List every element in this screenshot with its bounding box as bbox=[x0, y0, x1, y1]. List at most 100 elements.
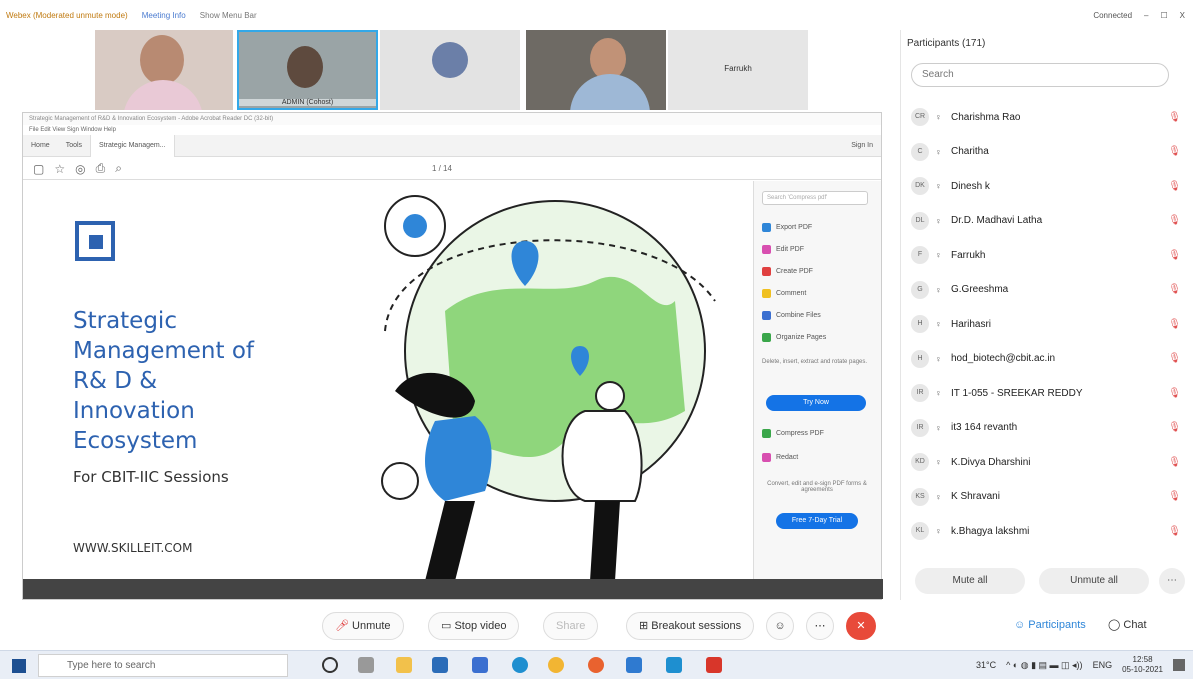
edit-pdf-tool[interactable]: Edit PDF bbox=[762, 245, 804, 254]
participant-row[interactable]: IR ♀ IT 1-055 - SREEKAR REDDY 🎙︎ bbox=[911, 378, 1181, 408]
muted-mic-icon[interactable]: 🎙︎ bbox=[1168, 146, 1181, 157]
create-pdf-tool[interactable]: Create PDF bbox=[762, 267, 813, 276]
participant-row[interactable]: F ♀ Farrukh 🎙︎ bbox=[911, 240, 1181, 270]
video-tile[interactable]: Farrukh bbox=[668, 30, 808, 110]
task-view-icon[interactable] bbox=[358, 657, 374, 673]
unmute-all-button[interactable]: Unmute all bbox=[1039, 568, 1149, 594]
maximize-button[interactable]: ☐ bbox=[1160, 11, 1167, 20]
chat-tab-button[interactable]: ◯ Chat bbox=[1096, 612, 1159, 640]
notifications-icon[interactable] bbox=[1173, 659, 1185, 671]
weather-temperature[interactable]: 31°C bbox=[976, 660, 996, 670]
comment-tool[interactable]: Comment bbox=[762, 289, 806, 298]
meeting-info-link[interactable]: Meeting Info bbox=[142, 11, 186, 20]
muted-mic-icon[interactable]: 🎙︎ bbox=[1168, 215, 1181, 226]
mute-all-button[interactable]: Mute all bbox=[915, 568, 1025, 594]
edge-icon[interactable] bbox=[512, 657, 528, 673]
combine-files-tool[interactable]: Combine Files bbox=[762, 311, 821, 320]
export-pdf-tool[interactable]: Export PDF bbox=[762, 223, 812, 232]
upload-icon[interactable]: ◎ bbox=[75, 162, 85, 176]
participant-row[interactable]: H ♀ Harihasri 🎙︎ bbox=[911, 309, 1181, 339]
firefox-icon[interactable] bbox=[588, 657, 604, 673]
participant-row[interactable]: H ♀ hod_biotech@cbit.ac.in 🎙︎ bbox=[911, 344, 1181, 374]
tab-home[interactable]: Home bbox=[23, 142, 58, 149]
video-tile[interactable] bbox=[95, 30, 233, 110]
meeting-top-bar: Webex (Moderated unmute mode) Meeting In… bbox=[0, 0, 895, 30]
more-button[interactable]: ⋯ bbox=[806, 612, 834, 640]
clock[interactable]: 12:58 05-10-2021 bbox=[1122, 655, 1163, 675]
muted-mic-icon[interactable]: 🎙︎ bbox=[1168, 388, 1181, 399]
sign-in-link[interactable]: Sign In bbox=[843, 142, 881, 149]
muted-mic-icon[interactable]: 🎙︎ bbox=[1168, 457, 1181, 468]
free-trial-button[interactable]: Free 7-Day Trial bbox=[776, 513, 858, 529]
participant-row[interactable]: KL ♀ k.Bhagya lakshmi 🎙︎ bbox=[911, 516, 1181, 546]
participant-row[interactable]: C ♀ Charitha 🎙︎ bbox=[911, 137, 1181, 167]
acrobat-icon[interactable] bbox=[706, 657, 722, 673]
print-icon[interactable]: ⎙ bbox=[96, 161, 106, 176]
star-icon[interactable]: ☆ bbox=[54, 162, 65, 176]
participants-tab-button[interactable]: ☺ Participants bbox=[1002, 612, 1098, 640]
redact-tool[interactable]: Redact bbox=[762, 453, 798, 462]
webex-icon[interactable] bbox=[666, 657, 682, 673]
participants-header[interactable]: Participants (171) bbox=[907, 38, 985, 49]
zoom-icon[interactable]: ⌕ bbox=[115, 161, 122, 176]
reactions-button[interactable]: ☺ bbox=[766, 612, 794, 640]
try-now-button[interactable]: Try Now bbox=[766, 395, 866, 411]
save-icon[interactable]: ▢ bbox=[33, 162, 44, 176]
close-button[interactable]: X bbox=[1180, 11, 1185, 20]
tray-icons[interactable]: ^ ◐ ◍ ▮ ▤ ▬ ◫ ◂)) bbox=[1006, 660, 1083, 671]
muted-mic-icon[interactable]: 🎙︎ bbox=[1168, 112, 1181, 123]
participant-name: hod_biotech@cbit.ac.in bbox=[951, 353, 1056, 364]
leave-meeting-button[interactable]: ✕ bbox=[846, 612, 876, 640]
muted-mic-icon[interactable]: 🎙︎ bbox=[1168, 250, 1181, 261]
participant-row[interactable]: KD ♀ K.Divya Dharshini 🎙︎ bbox=[911, 447, 1181, 477]
tools-search-input[interactable]: Search 'Compress pdf' bbox=[762, 191, 868, 205]
participant-row[interactable]: G ♀ G.Greeshma 🎙︎ bbox=[911, 275, 1181, 305]
file-explorer-icon[interactable] bbox=[396, 657, 412, 673]
language-indicator[interactable]: ENG bbox=[1093, 660, 1113, 670]
store-icon[interactable] bbox=[472, 657, 488, 673]
avatar: DL bbox=[911, 211, 929, 230]
muted-mic-icon[interactable]: 🎙︎ bbox=[1168, 491, 1181, 502]
taskbar-search-input[interactable]: Type here to search bbox=[38, 654, 288, 677]
tab-tools[interactable]: Tools bbox=[58, 142, 90, 149]
minimize-button[interactable]: – bbox=[1144, 11, 1148, 20]
breakout-sessions-button[interactable]: ⊞ Breakout sessions bbox=[626, 612, 755, 640]
unmute-button[interactable]: 🎤︎ Unmute bbox=[322, 612, 404, 640]
more-options-button[interactable]: ⋯ bbox=[1159, 568, 1185, 594]
device-icon: ♀ bbox=[935, 526, 942, 536]
cortana-icon[interactable] bbox=[322, 657, 338, 673]
clock-date: 05-10-2021 bbox=[1122, 665, 1163, 674]
show-menu-bar-link[interactable]: Show Menu Bar bbox=[200, 11, 257, 20]
chrome-icon[interactable] bbox=[548, 657, 564, 673]
participant-name: IT 1-055 - SREEKAR REDDY bbox=[951, 387, 1083, 399]
outlook-icon[interactable] bbox=[626, 657, 642, 673]
participant-row[interactable]: DL ♀ Dr.D. Madhavi Latha 🎙︎ bbox=[911, 206, 1181, 236]
video-tile[interactable] bbox=[526, 30, 666, 110]
muted-mic-icon[interactable]: 🎙︎ bbox=[1168, 284, 1181, 295]
participant-row[interactable]: KS ♀ K Shravani 🎙︎ bbox=[911, 482, 1181, 512]
video-tile-active[interactable]: ADMIN (Cohost) bbox=[237, 30, 378, 110]
page-counter[interactable]: 1 / 14 bbox=[432, 164, 452, 173]
stop-video-button[interactable]: ▭ Stop video bbox=[428, 612, 520, 640]
device-icon: ♀ bbox=[935, 319, 942, 329]
acrobat-menu-bar[interactable]: File Edit View Sign Window Help bbox=[23, 125, 881, 135]
share-button[interactable]: Share bbox=[543, 612, 599, 640]
muted-mic-icon[interactable]: 🎙︎ bbox=[1168, 181, 1181, 192]
connection-status[interactable]: Connected bbox=[1093, 11, 1132, 20]
participant-row[interactable]: DK ♀ Dinesh k 🎙︎ bbox=[911, 171, 1181, 201]
windows-start-icon[interactable] bbox=[12, 659, 26, 673]
muted-mic-icon[interactable]: 🎙︎ bbox=[1168, 353, 1181, 364]
organize-pages-tool[interactable]: Organize Pages bbox=[762, 333, 826, 342]
create-pdf-icon bbox=[762, 267, 771, 276]
webex-mode-label[interactable]: Webex (Moderated unmute mode) bbox=[6, 11, 128, 20]
tab-document[interactable]: Strategic Managem... bbox=[90, 134, 175, 157]
compress-pdf-tool[interactable]: Compress PDF bbox=[762, 429, 824, 438]
muted-mic-icon[interactable]: 🎙︎ bbox=[1168, 422, 1181, 433]
muted-mic-icon[interactable]: 🎙︎ bbox=[1168, 526, 1181, 537]
mail-icon[interactable] bbox=[432, 657, 448, 673]
muted-mic-icon[interactable]: 🎙︎ bbox=[1168, 319, 1181, 330]
participant-row[interactable]: CR ♀ Charishma Rao 🎙︎ bbox=[911, 102, 1181, 132]
participant-row[interactable]: IR ♀ it3 164 revanth 🎙︎ bbox=[911, 413, 1181, 443]
participants-search-input[interactable]: Search bbox=[911, 63, 1169, 87]
video-tile[interactable] bbox=[380, 30, 520, 110]
